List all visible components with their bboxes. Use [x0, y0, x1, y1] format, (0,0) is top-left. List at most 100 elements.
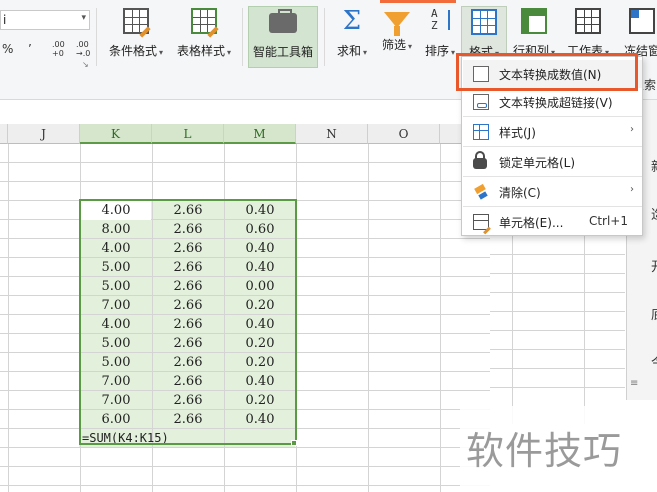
grid-line	[490, 387, 625, 388]
sum-label: 求和	[336, 44, 361, 58]
menu-separator	[463, 116, 642, 117]
menu-item-lock-cell[interactable]: 锁定单元格(L)	[463, 148, 642, 176]
table-style-icon	[191, 8, 219, 38]
cell-format-icon	[473, 214, 489, 230]
chevron-right-icon: ›	[630, 124, 634, 135]
rows-cols-icon	[521, 8, 547, 34]
column-header-I[interactable]	[0, 124, 8, 144]
filter-label: 筛选	[381, 38, 406, 52]
scrollbar-grip-icon[interactable]: ≡	[630, 378, 638, 389]
conditional-format-icon	[123, 8, 151, 38]
chevron-right-icon: ›	[630, 184, 634, 195]
dialog-launcher-icon[interactable]: ↘	[82, 60, 89, 69]
menu-item-style[interactable]: 样式(J) ›	[463, 118, 642, 146]
menu-separator	[463, 206, 642, 207]
grid-line	[490, 292, 625, 293]
chevron-down-icon: ▾	[159, 48, 164, 57]
menu-separator	[463, 176, 642, 177]
menu-item-label: 单元格(E)...	[499, 216, 564, 230]
chevron-down-icon: ▾	[81, 13, 86, 23]
toolbox-icon	[269, 9, 297, 33]
comma-style-button[interactable]: ’	[28, 42, 32, 56]
column-header-M[interactable]: M	[224, 124, 296, 144]
grid-line	[490, 254, 625, 255]
sort-label: 排序	[424, 44, 449, 58]
menu-item-label: 样式(J)	[499, 126, 536, 140]
column-header-K[interactable]: K	[80, 124, 152, 144]
sidebar-text: 迄	[651, 204, 657, 223]
grid-line	[490, 273, 625, 274]
grid-line	[490, 349, 625, 350]
percent-style-button[interactable]: %	[2, 42, 13, 56]
filter-icon	[384, 12, 410, 36]
column-header-N[interactable]: N	[296, 124, 368, 144]
filter-button[interactable]: 筛选 ▾	[376, 6, 418, 68]
grid-line	[0, 466, 490, 467]
menu-item-label: 清除(C)	[499, 186, 541, 200]
smart-toolbox-label: 智能工具箱	[252, 45, 313, 59]
smart-toolbox-button[interactable]: 智能工具箱	[248, 6, 318, 68]
chevron-down-icon: ▾	[227, 48, 232, 57]
table-style-label: 表格样式	[176, 44, 225, 58]
sort-button[interactable]: AZ 排序 ▾	[420, 6, 460, 68]
grid-line	[0, 162, 490, 163]
decrease-decimal-button[interactable]: .00	[76, 41, 89, 49]
font-name-value: i	[3, 13, 7, 27]
group-divider	[324, 8, 325, 66]
grid-line	[440, 144, 441, 492]
grid-line	[0, 485, 490, 486]
font-name-select[interactable]: i ▾	[0, 10, 90, 30]
sidebar-text: 〈	[651, 232, 657, 251]
conditional-format-label: 条件格式	[108, 44, 157, 58]
lock-icon	[473, 151, 487, 169]
annotation-highlight-box	[456, 53, 638, 91]
selection-range-border	[79, 199, 297, 445]
menu-item-text-to-hyperlink[interactable]: 文本转换成超链接(V)	[463, 88, 642, 116]
grid-line	[368, 144, 369, 492]
format-icon	[471, 9, 497, 35]
grid-line	[490, 330, 625, 331]
grid-line	[0, 181, 490, 182]
spreadsheet-grid: J K L M N O 4.00 2.66 0.40 8.00 2.66 0.60 4.00…	[0, 124, 490, 492]
column-header-J[interactable]: J	[8, 124, 80, 144]
column-header-L[interactable]: L	[152, 124, 224, 144]
grid-line	[0, 447, 490, 448]
shortcut-text: Ctrl+1	[588, 214, 628, 228]
grid-line	[490, 311, 625, 312]
conditional-format-button[interactable]: 条件格式 ▾	[104, 6, 168, 68]
sum-button[interactable]: Σ 求和 ▾	[330, 6, 374, 68]
menu-item-label: 锁定单元格(L)	[499, 156, 576, 170]
sidebar-text: 底	[651, 304, 657, 323]
number-format-group: % ’ .00 +0 .00 →.0	[2, 41, 92, 60]
watermark-text: 软件技巧	[466, 429, 623, 473]
increase-decimal-sub: +0	[52, 49, 64, 58]
worksheet-icon	[575, 8, 601, 34]
watermark: 软件技巧	[460, 406, 657, 492]
decrease-decimal-sub: →.0	[76, 49, 91, 58]
sidebar-text: 新	[651, 156, 657, 175]
chevron-down-icon: ▾	[408, 42, 413, 51]
chevron-down-icon: ▾	[363, 48, 368, 57]
fill-handle[interactable]	[291, 440, 297, 446]
menu-item-format-cells[interactable]: 单元格(E)... Ctrl+1	[463, 208, 642, 236]
increase-decimal-button[interactable]: .00	[52, 41, 65, 49]
column-header-O[interactable]: O	[368, 124, 440, 144]
menu-separator	[463, 146, 642, 147]
text-to-hyperlink-icon	[473, 94, 489, 110]
freeze-icon	[629, 8, 655, 34]
sort-icon: AZ	[427, 8, 453, 34]
menu-item-label: 文本转换成超链接(V)	[499, 96, 613, 110]
eraser-icon	[473, 184, 489, 200]
sidebar-text: 开	[651, 256, 657, 275]
grid-line	[8, 144, 9, 492]
sidebar-text: 今	[651, 352, 657, 371]
chevron-down-icon: ▾	[451, 48, 456, 57]
menu-item-clear[interactable]: 清除(C) ›	[463, 178, 642, 206]
sigma-icon: Σ	[342, 6, 362, 36]
group-divider	[96, 8, 97, 66]
style-icon	[473, 124, 489, 140]
active-tab-indicator	[380, 0, 456, 3]
table-style-button[interactable]: 表格样式 ▾	[172, 6, 236, 68]
group-divider	[242, 8, 243, 66]
grid-line	[490, 368, 625, 369]
